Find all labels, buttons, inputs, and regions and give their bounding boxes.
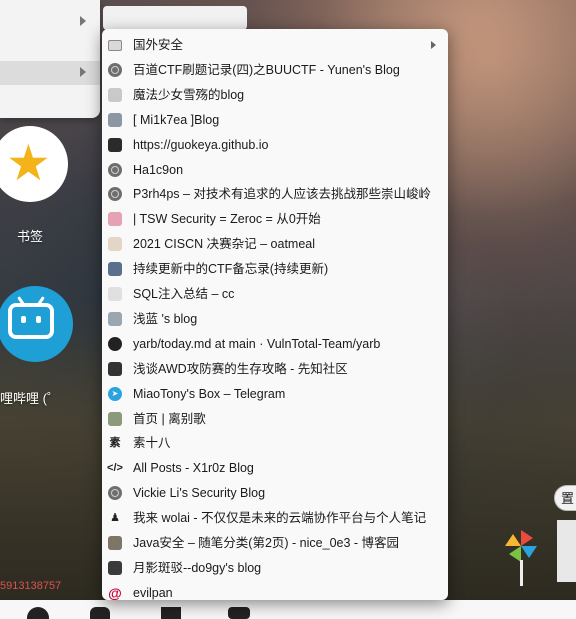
telegram-icon: ➤ (107, 386, 123, 402)
bilibili-tile[interactable] (0, 286, 73, 362)
bookmark-item[interactable]: 首页 | 离别歌 (102, 407, 448, 432)
gear-icon[interactable] (228, 607, 250, 619)
folder-icon (107, 37, 123, 53)
bookmark-label: 百道CTF刷题记录(四)之BUUCTF - Yunen's Blog (133, 62, 400, 77)
bookmark-item[interactable]: 素素十八 (102, 431, 448, 456)
bottom-toolbar (0, 600, 576, 619)
submenu-arrow-icon (80, 67, 86, 77)
bookmark-label: yarb/today.md at main · VulnTotal-Team/y… (133, 336, 381, 351)
bookmark-item[interactable]: yarb/today.md at main · VulnTotal-Team/y… (102, 332, 448, 357)
code-icon: </> (107, 462, 123, 475)
bookmark-item[interactable]: Vickie Li's Security Blog (102, 481, 448, 506)
bookmark-label: 我来 wolai - 不仅仅是未来的云端协作平台与个人笔记 (133, 511, 427, 526)
bookmark-item[interactable]: ♟ 我来 wolai - 不仅仅是未来的云端协作平台与个人笔记 (102, 506, 448, 531)
settings-button-partial[interactable]: 置 (554, 485, 576, 511)
bookmark-item[interactable]: @ evilpan (102, 581, 448, 600)
bookmark-item[interactable]: 浅蓝 's blog (102, 307, 448, 332)
phone-number-fragment: 5913138757 (0, 580, 62, 592)
bookmarks-tile-label: 书签 (17, 229, 44, 244)
bookmark-label: Java安全 – 随笔分类(第2页) - nice_0e3 - 博客园 (133, 536, 400, 550)
cloud-favicon-icon (107, 236, 123, 252)
avatar-favicon-icon (107, 112, 123, 128)
photo-favicon-icon (107, 535, 123, 551)
bookmark-item[interactable]: </> All Posts - X1r0z Blog (102, 456, 448, 481)
silhouette-favicon-icon (107, 137, 123, 153)
bookmark-label: | TSW Security = Zeroc = 从0开始 (133, 212, 321, 227)
submenu-arrow-icon (80, 16, 86, 26)
bookmark-label: evilpan (133, 585, 173, 600)
bookmark-label: 首页 | 离别歌 (133, 411, 206, 426)
bookmark-label: Vickie Li's Security Blog (133, 486, 266, 501)
bookmark-item[interactable]: Java安全 – 随笔分类(第2页) - nice_0e3 - 博客园 (102, 531, 448, 556)
dock-app-icon-1[interactable] (27, 607, 49, 619)
bookmark-item[interactable]: 百道CTF刷题记录(四)之BUUCTF - Yunen's Blog (102, 58, 448, 83)
su-favicon-icon: 素 (109, 437, 121, 450)
anime-favicon-icon (107, 87, 123, 103)
pinwheel-icon (505, 530, 537, 562)
eye-favicon-icon (107, 311, 123, 327)
globe-icon (107, 162, 123, 178)
pink-favicon-icon (107, 211, 123, 227)
bookmark-label: P3rh4ps – 对技术有追求的人应该去挑战那些崇山峻岭 (133, 187, 431, 202)
bilibili-tv-icon (8, 303, 54, 339)
bookmark-label: 2021 CISCN 决赛杂记 – oatmeal (133, 237, 316, 252)
bookmark-item[interactable]: 月影斑驳--do9gy's blog (102, 556, 448, 581)
bookmark-item[interactable]: 2021 CISCN 决赛杂记 – oatmeal (102, 232, 448, 257)
bookmark-item[interactable]: Ha1c9on (102, 158, 448, 183)
bookmark-label: 持续更新中的CTF备忘录(持续更新) (133, 262, 329, 277)
submenu-arrow-icon (431, 41, 436, 49)
bookmark-item[interactable]: 魔法少女雪殇的blog (102, 83, 448, 108)
context-menu-item-1[interactable] (0, 10, 100, 34)
bookmark-item[interactable]: https://guokeya.github.io (102, 133, 448, 158)
leaf-favicon-icon (107, 411, 123, 427)
wolai-icon: ♟ (110, 512, 120, 525)
bookmark-item[interactable]: SQL注入总结 – cc (102, 282, 448, 307)
bookmark-label: SQL注入总结 – cc (133, 287, 235, 301)
dock-app-icon-2[interactable] (90, 607, 110, 619)
context-menu-item-2-highlighted[interactable] (0, 61, 100, 85)
debian-icon: @ (108, 584, 122, 600)
bookmark-item[interactable]: P3rh4ps – 对技术有追求的人应该去挑战那些崇山峻岭 (102, 182, 448, 207)
xianzhi-icon (107, 361, 123, 377)
star-icon: ★ (6, 135, 51, 191)
bookmark-label: 浅谈AWD攻防赛的生存攻略 - 先知社区 (133, 361, 348, 376)
blank-favicon-icon (107, 286, 123, 302)
side-panel-partial (557, 520, 576, 582)
bookmark-item[interactable]: ➤ MiaoTony's Box – Telegram (102, 382, 448, 407)
bookmark-label: 浅蓝 's blog (133, 311, 198, 326)
bookmark-item[interactable]: 浅谈AWD攻防赛的生存攻略 - 先知社区 (102, 357, 448, 382)
bookmark-item[interactable]: 持续更新中的CTF备忘录(持续更新) (102, 257, 448, 282)
bookmark-label: https://guokeya.github.io (133, 137, 269, 152)
dock-app-icon-3[interactable] (161, 607, 181, 619)
pinwheel-stick (520, 560, 523, 586)
globe-icon (107, 186, 123, 202)
bilibili-tile-label: 哩哔哩 (゜ (0, 391, 60, 406)
bookmark-label: Ha1c9on (133, 162, 184, 177)
image-favicon-icon (107, 261, 123, 277)
dark-favicon-icon (107, 560, 123, 576)
bookmark-label: 魔法少女雪殇的blog (133, 87, 245, 102)
bookmarks-dropdown: 国外安全百道CTF刷题记录(四)之BUUCTF - Yunen's Blog 魔法… (102, 29, 448, 600)
globe-icon (107, 485, 123, 501)
bookmark-label: MiaoTony's Box – Telegram (133, 386, 286, 401)
parent-menu-strip (103, 6, 247, 30)
bookmark-item[interactable]: | TSW Security = Zeroc = 从0开始 (102, 207, 448, 232)
bookmark-label: 月影斑驳--do9gy's blog (133, 560, 262, 575)
bookmark-item[interactable]: [ Mi1k7ea ]Blog (102, 108, 448, 133)
bookmark-label: 素十八 (133, 436, 171, 451)
globe-icon (107, 62, 123, 78)
bookmark-label: All Posts - X1r0z Blog (133, 461, 254, 476)
bookmark-label: 国外安全 (133, 38, 184, 52)
context-menu (0, 0, 100, 118)
github-icon (107, 336, 123, 352)
bookmark-label: [ Mi1k7ea ]Blog (133, 112, 220, 127)
bookmark-folder[interactable]: 国外安全 (102, 33, 448, 58)
